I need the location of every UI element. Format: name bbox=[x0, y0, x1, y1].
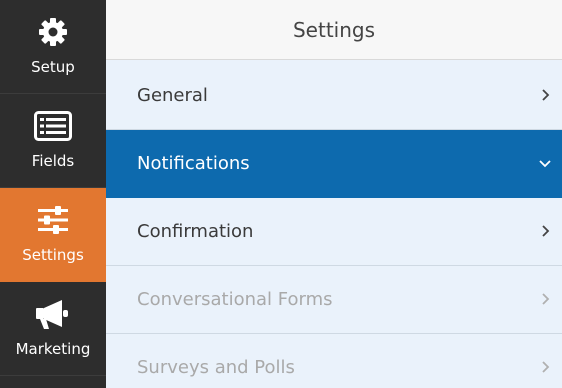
settings-item-general[interactable]: General bbox=[106, 62, 562, 130]
chevron-right-icon bbox=[538, 87, 552, 103]
settings-item-label: Conversational Forms bbox=[137, 289, 333, 310]
settings-item-label: General bbox=[137, 85, 208, 106]
sidebar-item-label: Settings bbox=[22, 246, 84, 264]
settings-item-confirmation[interactable]: Confirmation bbox=[106, 198, 562, 266]
chevron-right-icon bbox=[538, 223, 552, 239]
sidebar-item-settings[interactable]: Settings bbox=[0, 188, 106, 282]
sidebar-item-label: Setup bbox=[31, 58, 75, 76]
sidebar-item-marketing[interactable]: Marketing bbox=[0, 282, 106, 376]
sidebar-item-fields[interactable]: Fields bbox=[0, 94, 106, 188]
settings-item-label: Notifications bbox=[137, 153, 250, 174]
settings-item-notifications[interactable]: Notifications bbox=[106, 130, 562, 198]
settings-panel: Settings General Notifications Confirmat… bbox=[106, 0, 562, 388]
panel-header: Settings bbox=[106, 0, 562, 60]
sliders-icon bbox=[0, 202, 106, 238]
settings-item-surveys-polls[interactable]: Surveys and Polls bbox=[106, 334, 562, 388]
sidebar-item-label: Marketing bbox=[15, 340, 91, 358]
sidebar-item-label: Fields bbox=[31, 152, 75, 170]
settings-item-label: Surveys and Polls bbox=[137, 357, 295, 378]
chevron-right-icon bbox=[538, 291, 552, 307]
builder-sidebar: Setup Fields Settings Marketing bbox=[0, 0, 106, 388]
chevron-down-icon bbox=[538, 156, 552, 172]
gear-icon bbox=[0, 14, 106, 50]
megaphone-icon bbox=[0, 296, 106, 332]
sidebar-item-setup[interactable]: Setup bbox=[0, 0, 106, 94]
chevron-right-icon bbox=[538, 359, 552, 375]
settings-item-label: Confirmation bbox=[137, 221, 254, 242]
list-icon bbox=[0, 108, 106, 144]
page-title: Settings bbox=[292, 18, 376, 42]
settings-item-conversational-forms[interactable]: Conversational Forms bbox=[106, 266, 562, 334]
